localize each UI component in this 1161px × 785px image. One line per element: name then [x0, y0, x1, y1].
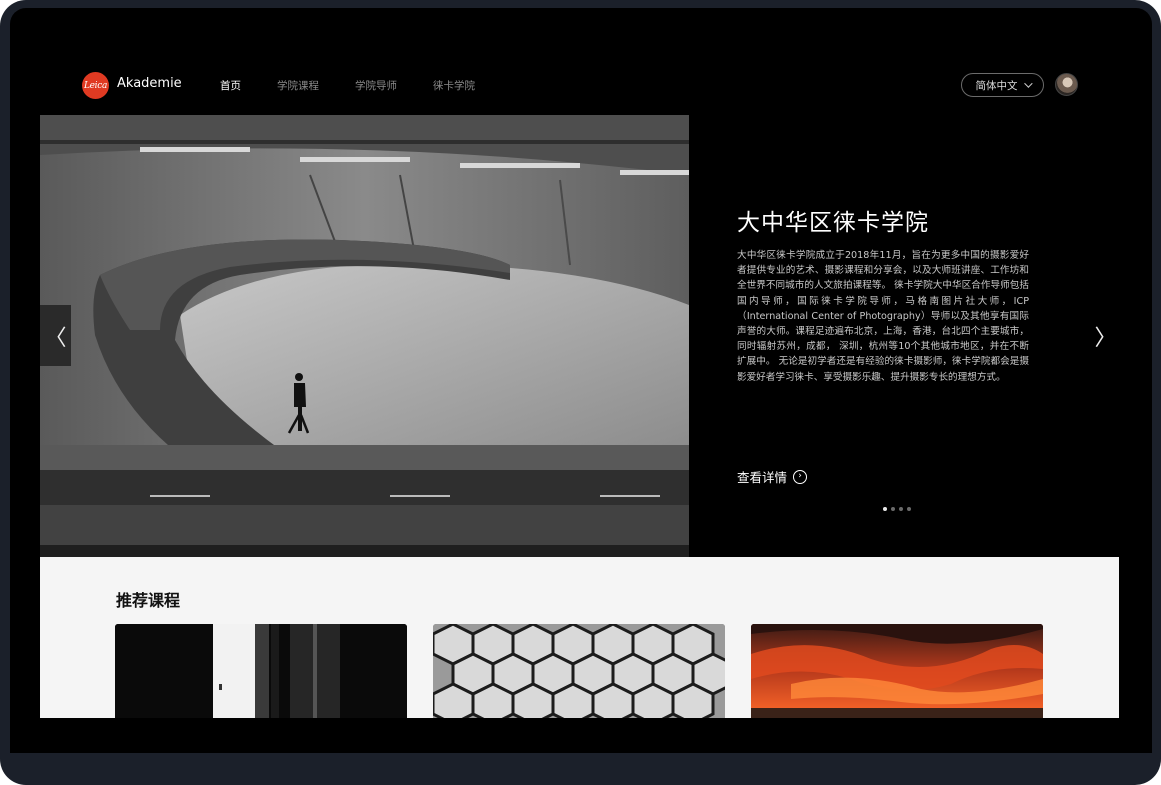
- screen: Leica Akademie 首页 学院课程 学院导师 徕卡学院 简体中文 〈 …: [10, 8, 1152, 753]
- carousel-dot[interactable]: [899, 507, 903, 511]
- carousel-dot[interactable]: [907, 507, 911, 511]
- hero-photo: [40, 115, 689, 557]
- recommended-courses-section: 推荐课程: [40, 557, 1119, 718]
- leica-logo[interactable]: Leica: [82, 72, 109, 99]
- logo-text: Leica: [83, 80, 108, 91]
- carousel-dot[interactable]: [891, 507, 895, 511]
- course-card-image: [751, 624, 1043, 718]
- chevron-down-icon: [1023, 79, 1033, 88]
- main-menu: 首页 学院课程 学院导师 徕卡学院: [220, 78, 511, 93]
- view-details-link[interactable]: 查看详情 ›: [737, 467, 808, 486]
- carousel-prev-button[interactable]: 〈: [40, 305, 71, 366]
- course-card[interactable]: [433, 624, 725, 718]
- menu-item-mentors[interactable]: 学院导师: [355, 78, 397, 93]
- device-frame: Leica Akademie 首页 学院课程 学院导师 徕卡学院 简体中文 〈 …: [0, 0, 1161, 785]
- chevron-left-icon: 〈: [44, 325, 67, 351]
- chevron-right-icon: 〉: [1094, 325, 1117, 351]
- view-details-label: 查看详情: [737, 470, 788, 485]
- course-card-image: [115, 624, 407, 718]
- course-card[interactable]: [751, 624, 1043, 718]
- top-nav: Leica Akademie 首页 学院课程 学院导师 徕卡学院 简体中文: [10, 8, 1152, 115]
- hero-title: 大中华区徕卡学院: [737, 210, 929, 236]
- menu-item-courses[interactable]: 学院课程: [277, 78, 319, 93]
- course-card-image: [433, 624, 725, 718]
- hero-description: 大中华区徕卡学院成立于2018年11月，旨在为更多中国的摄影爱好者提供专业的艺术…: [737, 250, 1029, 383]
- avatar[interactable]: [1055, 73, 1078, 96]
- arrow-right-circle-icon: ›: [793, 469, 808, 484]
- carousel-next-button[interactable]: 〉: [1090, 305, 1121, 366]
- menu-item-academy[interactable]: 徕卡学院: [433, 78, 475, 93]
- carousel-dot[interactable]: [883, 507, 887, 511]
- carousel-indicators: [883, 507, 911, 511]
- language-select[interactable]: 简体中文: [961, 73, 1044, 97]
- language-label: 简体中文: [975, 79, 1018, 92]
- section-title: 推荐课程: [116, 591, 181, 610]
- hero-photo-illustration: [40, 115, 689, 557]
- brand-name: Akademie: [117, 76, 182, 91]
- menu-item-home[interactable]: 首页: [220, 78, 241, 93]
- course-card[interactable]: [115, 624, 407, 718]
